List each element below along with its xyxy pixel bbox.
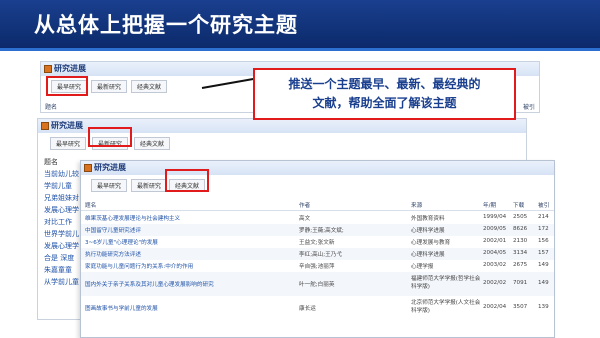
row-downloads: 7091 — [513, 280, 528, 286]
row-downloads: 3134 — [513, 250, 528, 256]
row-source: 外国教育资料 — [411, 216, 445, 222]
research-progress-panel-3: 研究进展 最早研究 最新研究 经典文献 题名 作者 来源 年/期 下载 被引 维… — [80, 160, 555, 338]
list-item[interactable]: 朱嘉童童 — [44, 264, 80, 276]
tab-latest[interactable]: 最新研究 — [91, 80, 127, 93]
col-title-header: 题名 — [45, 104, 58, 111]
row-year: 2003/02 — [483, 262, 507, 268]
callout-line-2: 文献，帮助全面了解该主题 — [312, 96, 457, 110]
col-cite-header: 被引 — [523, 104, 536, 111]
row-title[interactable]: 国内外关于亲子关系及其对儿童心理发展影响的研究 — [85, 280, 295, 288]
callout-line-1: 推送一个主题最早、最新、最经典的 — [288, 77, 481, 91]
row-author: 王益文;张文新 — [299, 240, 335, 246]
table-header-row: 题名 作者 来源 年/期 下载 被引 — [81, 199, 554, 211]
row-source: 北京师范大学学报(人文社会科学版) — [411, 300, 481, 314]
list-item[interactable]: 发展心理学 — [44, 240, 80, 252]
list-item[interactable]: 学前儿童 — [44, 180, 80, 192]
tab-earliest[interactable]: 最早研究 — [91, 179, 127, 192]
title-list: 题名 当前幼儿较 学前儿童 兄弟姐妹对 发展心理学 对比工作 世界学前儿 发展心… — [44, 156, 80, 288]
row-author: 辛自强;池丽萍 — [299, 264, 335, 270]
list-item[interactable]: 当前幼儿较 — [44, 168, 80, 180]
row-cites: 157 — [538, 250, 549, 256]
slide-title: 从总体上把握一个研究主题 — [34, 13, 298, 37]
row-cites: 172 — [538, 226, 549, 232]
panel-icon — [44, 65, 52, 73]
list-item[interactable]: 世界学前儿 — [44, 228, 80, 240]
row-cites: 156 — [538, 238, 549, 244]
row-year: 2009/05 — [483, 226, 507, 232]
banner-stripe — [0, 48, 600, 51]
row-cites: 149 — [538, 280, 549, 286]
table-row[interactable]: 3~6岁儿童"心理理论"的发展 王益文;张文新 心理发展与教育 2002/01 … — [81, 236, 554, 248]
table-row[interactable]: 中国留守儿童研究述评 罗静;王薇;高文斌; 心理科学进展 2009/05 862… — [81, 224, 554, 236]
row-downloads: 2675 — [513, 262, 528, 268]
row-source: 心理科学进展 — [411, 252, 445, 258]
row-title[interactable]: 3~6岁儿童"心理理论"的发展 — [85, 238, 295, 246]
list-item[interactable]: 兄弟姐妹对 — [44, 192, 80, 204]
col-year-header: 年/期 — [483, 203, 497, 209]
col-source-header: 来源 — [411, 203, 423, 209]
row-downloads: 2130 — [513, 238, 528, 244]
row-source: 福建师范大学学报(哲学社会科学版) — [411, 276, 481, 290]
row-source: 心理科学进展 — [411, 228, 445, 234]
col-author-header: 作者 — [299, 203, 311, 209]
row-title[interactable]: 执行功能研究方法评述 — [85, 250, 295, 258]
col-download-header: 下载 — [513, 203, 525, 209]
row-downloads: 2505 — [513, 214, 528, 220]
row-downloads: 8626 — [513, 226, 528, 232]
panel-header: 研究进展 — [81, 161, 554, 175]
row-year: 2002/02 — [483, 280, 507, 286]
highlight-box — [88, 127, 132, 147]
col-title-header: 题名 — [85, 203, 97, 209]
col-title-header: 题名 — [44, 158, 58, 166]
col-cite-header: 被引 — [538, 203, 550, 209]
tab-classic[interactable]: 经典文献 — [134, 137, 170, 150]
list-item[interactable]: 合是 深度 — [44, 252, 80, 264]
row-author: 罗静;王薇;高文斌; — [299, 228, 344, 234]
row-author: 李红;高山;王乃弋 — [299, 252, 342, 258]
highlight-box — [46, 76, 88, 96]
row-year: 2004/05 — [483, 250, 507, 256]
row-year: 2002/04 — [483, 304, 507, 310]
panel-icon — [84, 164, 92, 172]
list-item[interactable]: 从学前儿童 — [44, 276, 80, 288]
table-row[interactable]: 维果茨基心理发展理论与社会建构主义 高文 外国教育资料 1999/04 2505… — [81, 212, 554, 224]
row-cites: 214 — [538, 214, 549, 220]
row-author: 叶一舵;白丽英 — [299, 282, 335, 288]
list-item[interactable]: 对比工作 — [44, 216, 80, 228]
table-row[interactable]: 国内外关于亲子关系及其对儿童心理发展影响的研究 叶一舵;白丽英 福建师范大学学报… — [81, 272, 554, 296]
tab-latest[interactable]: 最新研究 — [131, 179, 167, 192]
row-source: 心理学报 — [411, 264, 434, 270]
row-year: 2002/01 — [483, 238, 507, 244]
row-cites: 149 — [538, 262, 549, 268]
table-row[interactable]: 图画故事书与学前儿童的发展 康长运 北京师范大学学报(人文社会科学版) 2002… — [81, 296, 554, 320]
list-item[interactable]: 发展心理学 — [44, 204, 80, 216]
panel-title: 研究进展 — [94, 163, 126, 172]
row-author: 康长运 — [299, 306, 316, 312]
row-title[interactable]: 图画故事书与学前儿童的发展 — [85, 304, 295, 312]
row-source: 心理发展与教育 — [411, 240, 451, 246]
row-title[interactable]: 家庭功能与儿童问题行为的关系:中介的作用 — [85, 262, 295, 270]
panel-icon — [41, 122, 49, 130]
row-author: 高文 — [299, 216, 311, 222]
row-year: 1999/04 — [483, 214, 507, 220]
tab-earliest[interactable]: 最早研究 — [50, 137, 86, 150]
highlight-box — [165, 169, 209, 192]
table-row[interactable]: 家庭功能与儿童问题行为的关系:中介的作用 辛自强;池丽萍 心理学报 2003/0… — [81, 260, 554, 272]
row-title[interactable]: 维果茨基心理发展理论与社会建构主义 — [85, 214, 295, 222]
tab-classic[interactable]: 经典文献 — [131, 80, 167, 93]
table-row[interactable]: 执行功能研究方法评述 李红;高山;王乃弋 心理科学进展 2004/05 3134… — [81, 248, 554, 260]
row-downloads: 3507 — [513, 304, 528, 310]
callout-box: 推送一个主题最早、最新、最经典的 文献，帮助全面了解该主题 — [253, 68, 516, 120]
row-title[interactable]: 中国留守儿童研究述评 — [85, 226, 295, 234]
title-banner: 从总体上把握一个研究主题 — [0, 0, 600, 48]
panel-title: 研究进展 — [51, 121, 83, 130]
row-cites: 139 — [538, 304, 549, 310]
panel-title: 研究进展 — [54, 64, 86, 73]
